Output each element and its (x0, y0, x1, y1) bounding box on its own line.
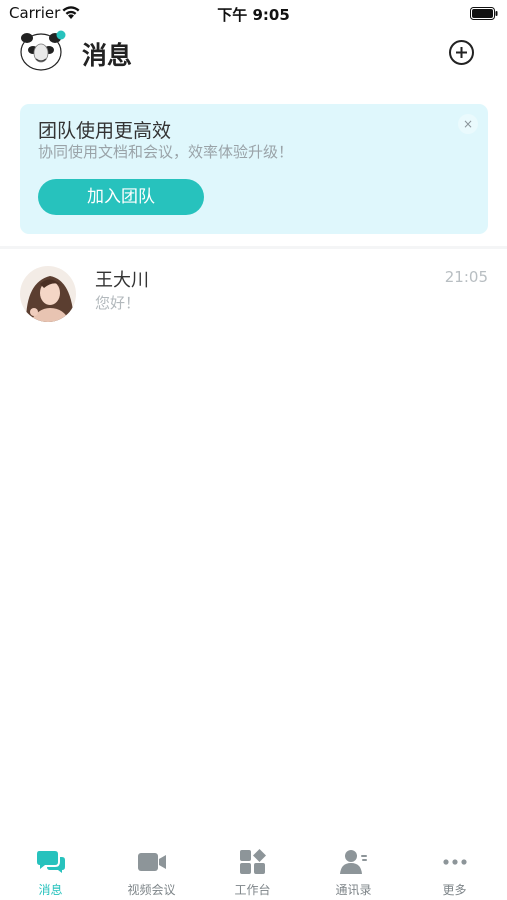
page-title: 消息 (82, 41, 133, 70)
join-team-button[interactable]: 加入团队 (38, 179, 204, 215)
tab-contacts[interactable]: 通讯录 (303, 848, 404, 900)
tab-video-meeting[interactable]: 视频会议 (101, 848, 202, 900)
tab-bar: 消息 视频会议 工作台 通讯录 更多 (0, 840, 507, 900)
divider (0, 246, 507, 249)
last-message: 您好！ (95, 294, 141, 312)
close-icon[interactable]: × (458, 114, 478, 134)
more-dots-icon (442, 859, 467, 865)
tab-label: 视频会议 (127, 883, 176, 897)
tab-label: 工作台 (234, 883, 271, 897)
status-bar: Carrier 下午 9:05 (0, 0, 507, 28)
add-button[interactable] (448, 39, 475, 66)
messages-screen: Carrier 下午 9:05 消息 团队使用更高效 协同使用文档和会议，效率体… (0, 0, 507, 900)
tab-more[interactable]: 更多 (404, 848, 505, 900)
tab-label: 更多 (442, 883, 467, 897)
banner-title: 团队使用更高效 (38, 120, 172, 142)
contact-name: 王大川 (95, 270, 149, 291)
banner-subtitle: 协同使用文档和会议，效率体验升级！ (38, 143, 294, 161)
team-banner: 团队使用更高效 协同使用文档和会议，效率体验升级！ × 加入团队 (20, 104, 488, 234)
header: 消息 (0, 28, 507, 78)
tab-label: 通讯录 (335, 883, 372, 897)
contacts-icon (339, 850, 367, 874)
contact-avatar (20, 266, 76, 322)
chat-bubbles-icon (36, 851, 65, 873)
tab-label: 消息 (38, 883, 63, 897)
tab-messages[interactable]: 消息 (0, 848, 101, 900)
apps-grid-icon (239, 849, 266, 874)
message-time: 21:05 (444, 268, 488, 286)
video-camera-icon (137, 853, 166, 871)
tab-workbench[interactable]: 工作台 (202, 848, 303, 900)
battery-icon (470, 7, 498, 20)
conversation-item[interactable]: 王大川 您好！ 21:05 (0, 252, 507, 332)
clock: 下午 9:05 (217, 6, 290, 24)
user-avatar[interactable] (20, 30, 66, 72)
